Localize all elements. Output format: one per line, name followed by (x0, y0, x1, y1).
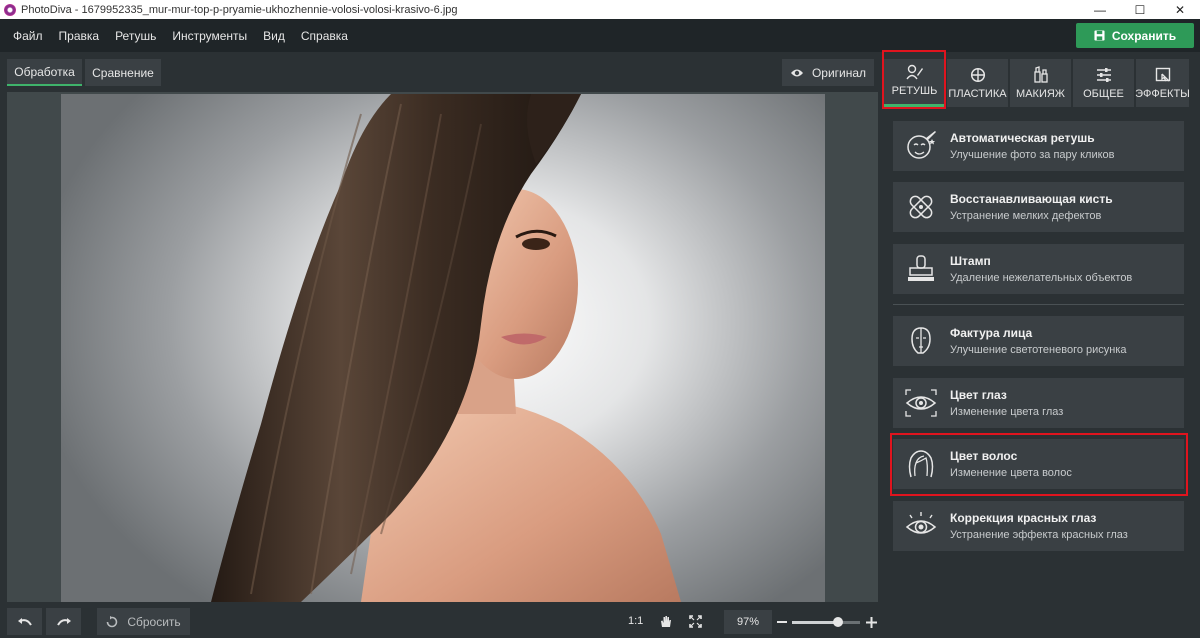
zoom-out-icon[interactable] (777, 621, 787, 624)
hand-tool-icon[interactable] (659, 615, 672, 628)
tool-stamp-desc: Удаление нежелательных объектов (950, 272, 1133, 284)
photo-illustration (211, 94, 681, 602)
undo-button[interactable] (7, 608, 42, 635)
category-plastic-label: ПЛАСТИКА (948, 88, 1007, 100)
category-retouch[interactable]: РЕТУШЬ (884, 59, 945, 107)
auto-retouch-icon (903, 128, 939, 164)
tab-processing[interactable]: Обработка (7, 59, 82, 86)
panel-divider (893, 304, 1184, 305)
category-retouch-label: РЕТУШЬ (891, 85, 938, 97)
category-general[interactable]: ОБЩЕЕ (1073, 59, 1134, 107)
tool-face-texture[interactable]: Фактура лица Улучшение светотеневого рис… (893, 316, 1184, 366)
redo-icon (56, 617, 71, 626)
fit-screen-icon[interactable] (689, 615, 702, 628)
tool-eye-color-name: Цвет глаз (950, 388, 1007, 402)
sliders-icon (1096, 68, 1111, 82)
menu-tools[interactable]: Инструменты (172, 29, 247, 43)
menu-retouch[interactable]: Ретушь (115, 29, 156, 43)
photo-woman-long-hair (61, 94, 825, 602)
category-makeup[interactable]: МАКИЯЖ (1010, 59, 1071, 107)
stamp-icon (903, 251, 939, 287)
tool-hair-color-name: Цвет волос (950, 449, 1018, 463)
maximize-button[interactable]: ☐ (1120, 0, 1160, 19)
tab-compare[interactable]: Сравнение (85, 59, 161, 86)
bottom-toolbar: Сбросить 1:1 97% (0, 604, 880, 638)
tool-healing-brush-name: Восстанавливающая кисть (950, 192, 1113, 206)
tool-red-eye-name: Коррекция красных глаз (950, 511, 1097, 525)
tool-auto-retouch-desc: Улучшение фото за пару кликов (950, 149, 1115, 161)
reset-icon (107, 615, 118, 627)
tool-stamp-name: Штамп (950, 254, 991, 268)
eye-icon (790, 69, 803, 76)
window-title: PhotoDiva - 1679952335_mur-mur-top-p-pry… (21, 3, 458, 16)
undo-icon (17, 617, 32, 626)
menu-file[interactable]: Файл (13, 29, 43, 43)
minimize-button[interactable]: — (1080, 0, 1120, 19)
category-effects-label: ЭФФЕКТЫ (1135, 88, 1190, 100)
eye-color-icon (903, 385, 939, 421)
menu-view[interactable]: Вид (263, 29, 285, 43)
face-texture-icon (903, 323, 939, 359)
category-general-label: ОБЩЕЕ (1083, 88, 1124, 100)
actual-size-button[interactable]: 1:1 (628, 615, 643, 627)
save-icon (1094, 30, 1105, 41)
image-canvas[interactable] (7, 92, 878, 602)
bandage-icon (903, 189, 939, 225)
zoom-slider-fill (792, 621, 839, 624)
close-button[interactable]: ✕ (1160, 0, 1200, 19)
zoom-slider[interactable] (792, 617, 860, 627)
tool-red-eye[interactable]: Коррекция красных глаз Устранение эффект… (893, 501, 1184, 551)
tool-face-texture-desc: Улучшение светотеневого рисунка (950, 344, 1127, 356)
tool-auto-retouch-name: Автоматическая ретушь (950, 131, 1095, 145)
effects-icon (1155, 67, 1170, 82)
original-button-label: Оригинал (811, 65, 867, 80)
menu-bar: Файл Правка Ретушь Инструменты Вид Справ… (0, 19, 1200, 52)
plastic-icon (970, 67, 985, 83)
zoom-in-icon[interactable] (866, 617, 877, 628)
tool-healing-brush[interactable]: Восстанавливающая кисть Устранение мелки… (893, 182, 1184, 232)
tool-red-eye-desc: Устранение эффекта красных глаз (950, 529, 1128, 541)
tool-stamp[interactable]: Штамп Удаление нежелательных объектов (893, 244, 1184, 294)
category-effects[interactable]: ЭФФЕКТЫ (1135, 59, 1190, 107)
tool-eye-color-desc: Изменение цвета глаз (950, 406, 1064, 418)
reset-button[interactable]: Сбросить (97, 608, 190, 635)
tool-hair-color-desc: Изменение цвета волос (950, 467, 1072, 479)
retouch-icon (905, 64, 923, 80)
zoom-value-field[interactable]: 97% (724, 610, 772, 634)
save-button[interactable]: Сохранить (1076, 23, 1194, 48)
menu-edit[interactable]: Правка (59, 29, 100, 43)
tool-eye-color[interactable]: Цвет глаз Изменение цвета глаз (893, 378, 1184, 428)
hair-color-icon (903, 446, 939, 482)
editor-area: Обработка Сравнение Оригинал Сбросить 1:… (0, 52, 880, 638)
tool-hair-color[interactable]: Цвет волос Изменение цвета волос (893, 439, 1184, 489)
category-plastic[interactable]: ПЛАСТИКА (947, 59, 1008, 107)
red-eye-icon (903, 508, 939, 544)
app-logo-icon (4, 3, 16, 16)
zoom-slider-knob[interactable] (833, 617, 844, 627)
tool-auto-retouch[interactable]: Автоматическая ретушь Улучшение фото за … (893, 121, 1184, 171)
menu-help[interactable]: Справка (301, 29, 348, 43)
tool-face-texture-name: Фактура лица (950, 326, 1033, 340)
category-makeup-label: МАКИЯЖ (1016, 88, 1065, 100)
original-button[interactable]: Оригинал (782, 59, 874, 86)
save-button-label: Сохранить (1111, 28, 1177, 43)
window-controls: — ☐ ✕ (1080, 0, 1200, 19)
tool-healing-brush-desc: Устранение мелких дефектов (950, 210, 1102, 222)
makeup-icon (1033, 66, 1048, 83)
reset-label: Сбросить (127, 614, 181, 629)
title-bar: PhotoDiva - 1679952335_mur-mur-top-p-pry… (0, 0, 1200, 19)
redo-button[interactable] (46, 608, 81, 635)
